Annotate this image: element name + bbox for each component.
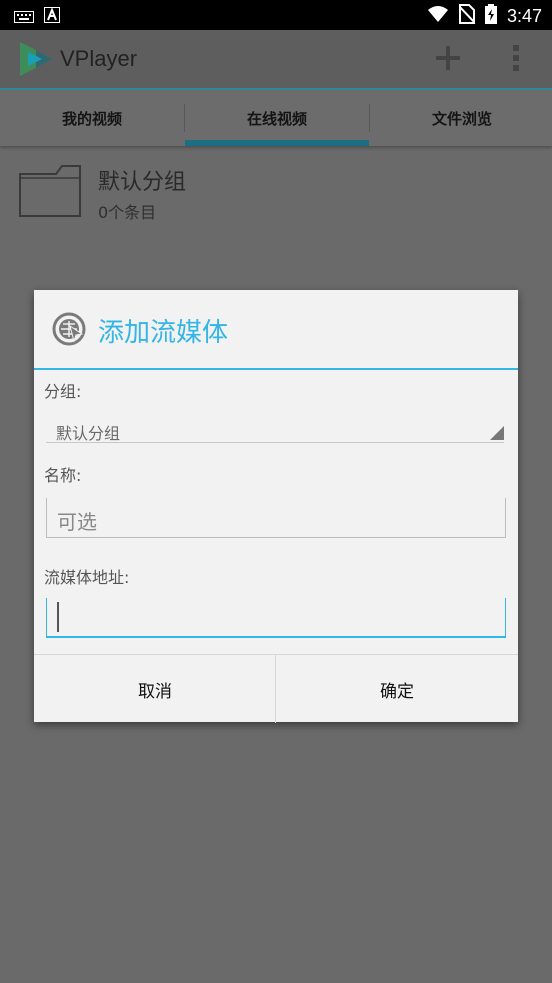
url-label: 流媒体地址: [44,568,130,587]
tab-file-browse[interactable]: 文件浏览 [370,90,552,146]
tab-online-videos[interactable]: 在线视频 [185,90,369,146]
name-label: 名称: [44,466,82,485]
add-icon[interactable] [432,42,464,74]
vplayer-logo-icon [16,40,54,78]
dropdown-triangle-icon [490,426,504,440]
overflow-menu-icon[interactable] [506,42,526,74]
app-notification-icon [44,7,60,27]
dialog-header: 添加流媒体 [34,290,518,370]
text-cursor [57,602,59,632]
group-count: 0个条目 [98,203,157,222]
folder-icon [18,164,82,218]
app-bar: VPlayer [0,30,552,90]
group-list-item[interactable] [0,150,552,230]
tab-my-videos[interactable]: 我的视频 [0,90,184,146]
ok-button[interactable]: 确定 [276,655,518,723]
dialog-button-bar: 取消 确定 [34,654,518,723]
app-title: VPlayer [60,46,138,71]
stream-globe-icon [52,312,86,346]
status-bar: 3:47 [0,0,552,30]
cancel-button[interactable]: 取消 [34,655,276,723]
name-input[interactable]: 可选 [46,498,506,538]
keyboard-icon [14,8,34,27]
tab-bar: 我的视频 在线视频 文件浏览 [0,90,552,146]
status-time: 3:47 [506,5,542,26]
group-label: 分组: [44,382,82,401]
wifi-icon [427,5,449,27]
no-sim-icon [458,4,476,28]
add-stream-dialog: 添加流媒体 分组: 默认分组 名称: 可选 流媒体地址: 取消 确定 [34,290,518,723]
group-spinner[interactable]: 默认分组 [46,412,504,443]
stream-url-input[interactable] [46,598,506,638]
dialog-title: 添加流媒体 [98,318,229,348]
name-input-placeholder: 可选 [57,510,97,534]
group-spinner-value: 默认分组 [56,424,121,443]
group-name: 默认分组 [98,170,187,195]
battery-icon [484,4,497,28]
